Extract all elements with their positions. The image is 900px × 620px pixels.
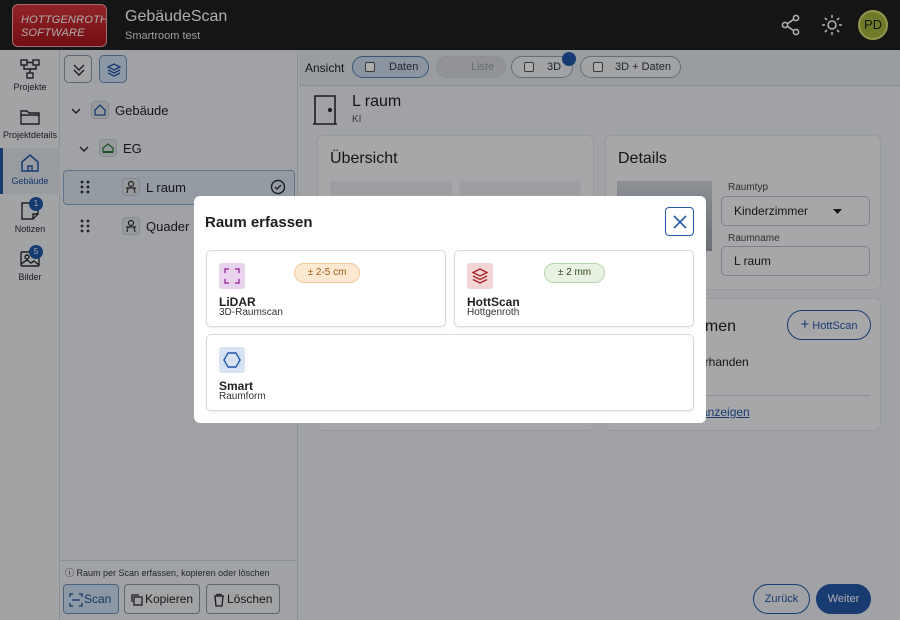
option-hottscan[interactable]: ± 2 mm HottScan Hottgenroth [454,250,694,327]
hexagon-icon [219,347,245,373]
option-description: 3D-Raumscan [219,307,283,318]
close-button[interactable] [665,207,694,236]
option-lidar[interactable]: ± 2-5 cm LiDAR 3D-Raumscan [206,250,446,327]
option-description: Hottgenroth [467,307,520,318]
close-icon [673,215,687,229]
scan-frame-icon [219,263,245,289]
accuracy-badge: ± 2-5 cm [294,263,360,283]
capture-room-dialog: Raum erfassen ± 2-5 cm LiDAR 3D-Raumscan… [194,196,706,423]
dialog-title: Raum erfassen [205,214,313,231]
option-description: Raumform [219,391,266,402]
layers-icon [467,263,493,289]
option-smart[interactable]: Smart Raumform [206,334,694,411]
accuracy-badge: ± 2 mm [544,263,605,283]
